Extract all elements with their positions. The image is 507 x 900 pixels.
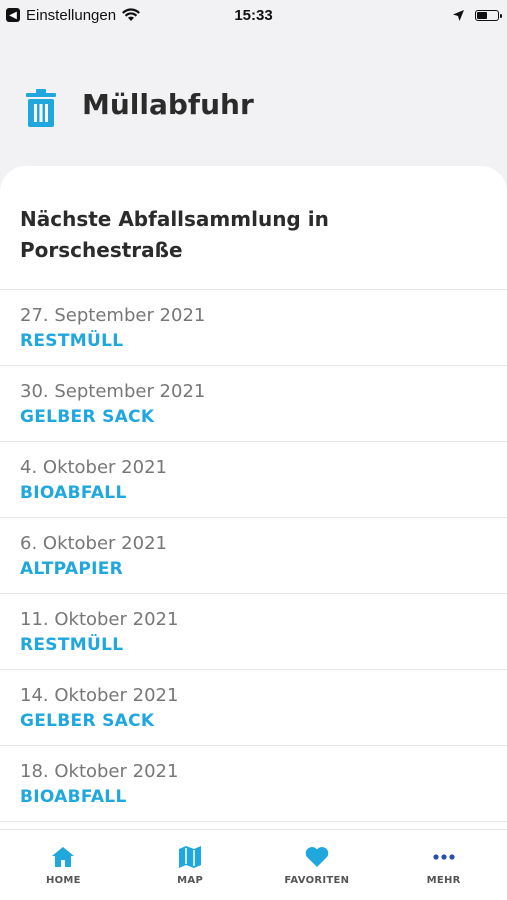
tab-favoriten[interactable]: FAVORITEN bbox=[254, 845, 380, 886]
tab-bar: HOME MAP FAVORITEN MEHR bbox=[0, 829, 507, 900]
list-item[interactable]: 27. September 2021 RESTMÜLL bbox=[0, 290, 507, 366]
back-arrow-icon: ◀ bbox=[6, 8, 20, 22]
location-arrow-icon bbox=[453, 9, 464, 21]
status-time: 15:33 bbox=[234, 6, 273, 24]
tab-home[interactable]: HOME bbox=[0, 845, 126, 886]
list-item[interactable]: 11. Oktober 2021 RESTMÜLL bbox=[0, 594, 507, 670]
list-item[interactable]: 4. Oktober 2021 BIOABFALL bbox=[0, 442, 507, 518]
more-icon bbox=[433, 853, 455, 860]
list-item[interactable]: 30. September 2021 GELBER SACK bbox=[0, 366, 507, 442]
battery-level bbox=[477, 11, 487, 19]
tab-label: HOME bbox=[45, 874, 81, 886]
collection-card: Nächste Abfallsammlung in Porschestraße … bbox=[0, 166, 507, 830]
map-icon bbox=[179, 845, 202, 868]
collection-date: 11. Oktober 2021 bbox=[20, 609, 179, 630]
home-icon bbox=[52, 846, 75, 867]
collection-type: ALTPAPIER bbox=[20, 559, 124, 579]
collection-type: GELBER SACK bbox=[20, 407, 155, 427]
card-title: Nächste Abfallsammlung in Porschestraße bbox=[0, 166, 507, 290]
trash-icon bbox=[26, 89, 56, 127]
tab-map[interactable]: MAP bbox=[127, 845, 253, 886]
collection-type: GELBER SACK bbox=[20, 711, 155, 731]
collection-type: RESTMÜLL bbox=[20, 331, 124, 351]
wifi-icon bbox=[122, 8, 141, 21]
list-item[interactable]: 18. Oktober 2021 BIOABFALL bbox=[0, 746, 507, 822]
collection-date: 4. Oktober 2021 bbox=[20, 457, 167, 478]
tab-label: MEHR bbox=[426, 874, 461, 886]
battery-icon bbox=[475, 9, 502, 21]
status-back[interactable]: ◀ Einstellungen bbox=[0, 6, 141, 24]
collection-date: 27. September 2021 bbox=[20, 305, 206, 326]
collection-type: BIOABFALL bbox=[20, 483, 127, 503]
collection-type: BIOABFALL bbox=[20, 787, 127, 807]
status-bar: ◀ Einstellungen 15:33 bbox=[0, 0, 507, 30]
tab-label: MAP bbox=[177, 874, 204, 886]
collection-list: 27. September 2021 RESTMÜLL 30. Septembe… bbox=[0, 290, 507, 822]
collection-date: 14. Oktober 2021 bbox=[20, 685, 179, 706]
back-label: Einstellungen bbox=[26, 6, 117, 24]
tab-mehr[interactable]: MEHR bbox=[381, 845, 507, 886]
heart-icon bbox=[305, 846, 329, 867]
list-item[interactable]: 14. Oktober 2021 GELBER SACK bbox=[0, 670, 507, 746]
collection-date: 30. September 2021 bbox=[20, 381, 206, 402]
collection-type: RESTMÜLL bbox=[20, 635, 124, 655]
collection-date: 6. Oktober 2021 bbox=[20, 533, 167, 554]
tab-label: FAVORITEN bbox=[284, 874, 350, 886]
collection-date: 18. Oktober 2021 bbox=[20, 761, 179, 782]
page-header: Müllabfuhr bbox=[0, 60, 507, 160]
list-item[interactable]: 6. Oktober 2021 ALTPAPIER bbox=[0, 518, 507, 594]
page-title: Müllabfuhr bbox=[82, 88, 254, 121]
